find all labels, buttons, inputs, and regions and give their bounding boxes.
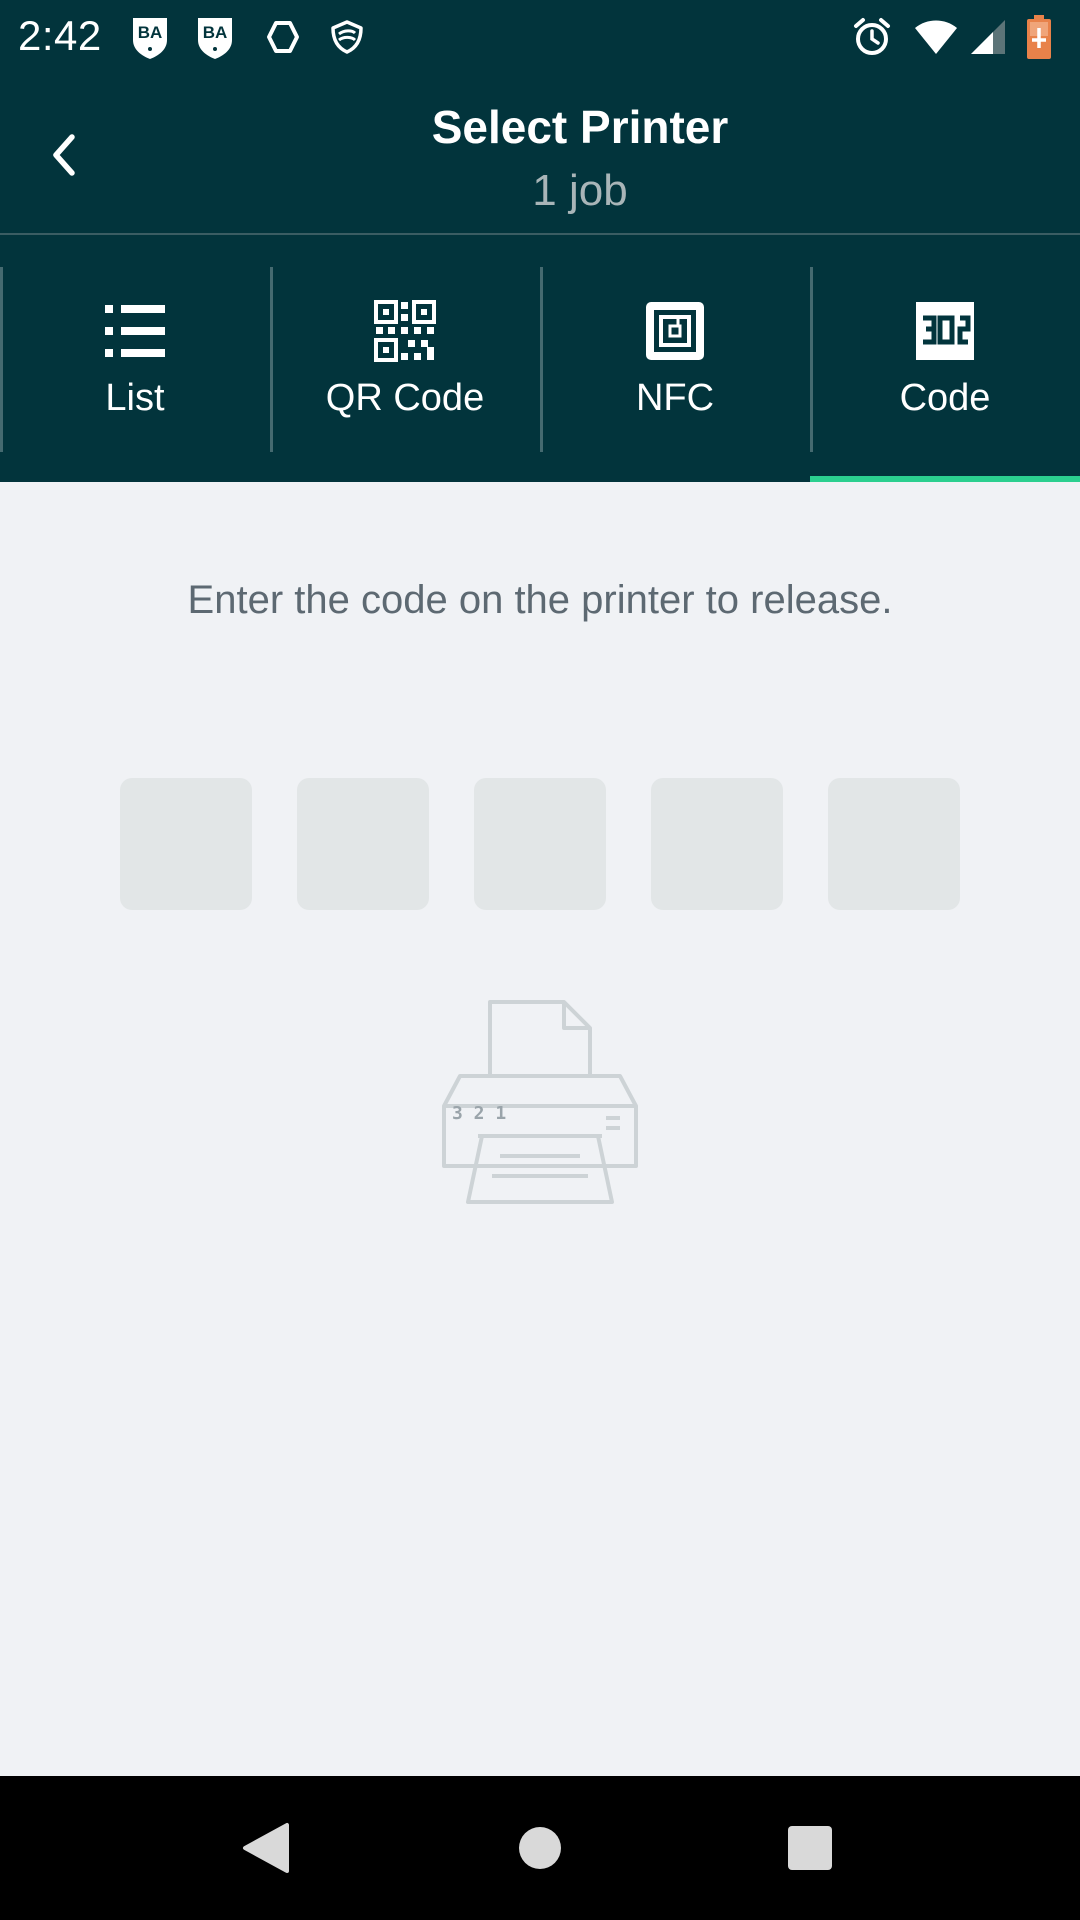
page-title: Select Printer bbox=[431, 101, 729, 153]
status-bar: 2:42 BA BA bbox=[0, 0, 1080, 76]
ba-badge-text: BA bbox=[203, 23, 228, 42]
ba-badge-icon: BA bbox=[128, 14, 172, 60]
tab-label: List bbox=[105, 377, 165, 419]
tab-list[interactable]: List bbox=[0, 235, 270, 482]
wifi-icon bbox=[912, 14, 960, 60]
app-header-region: 2:42 BA BA Select Printer 1 job List QR … bbox=[0, 0, 1080, 482]
tab-label: QR Code bbox=[325, 377, 485, 419]
shield-swirl-icon bbox=[325, 14, 369, 60]
title-bar: Select Printer 1 job bbox=[0, 76, 1080, 234]
printer-illustration: 3 2 1 bbox=[430, 996, 650, 1206]
ba-badge-icon: BA bbox=[193, 14, 237, 60]
code-input-group bbox=[120, 778, 960, 910]
tab-code[interactable]: Code bbox=[810, 235, 1080, 482]
battery-charging-icon bbox=[1016, 14, 1062, 60]
home-circle-icon bbox=[519, 1827, 561, 1869]
back-triangle-icon bbox=[243, 1823, 289, 1873]
status-time: 2:42 bbox=[18, 12, 102, 59]
code-digit-input[interactable] bbox=[828, 778, 960, 910]
recents-square-icon bbox=[788, 1826, 832, 1870]
nav-recents-button[interactable] bbox=[780, 1818, 840, 1878]
nav-home-button[interactable] bbox=[510, 1818, 570, 1878]
code-digit-input[interactable] bbox=[297, 778, 429, 910]
tab-nfc[interactable]: NFC bbox=[540, 235, 810, 482]
code-digit-input[interactable] bbox=[474, 778, 606, 910]
tab-qr-code[interactable]: QR Code bbox=[270, 235, 540, 482]
hexagon-icon bbox=[260, 14, 304, 60]
printer-icon: 3 2 1 bbox=[442, 1000, 638, 1204]
qr-code-icon bbox=[270, 299, 540, 363]
system-nav-bar bbox=[0, 1776, 1080, 1920]
nav-back-button[interactable] bbox=[236, 1818, 296, 1878]
job-count: 1 job bbox=[532, 166, 628, 215]
ba-badge-text: BA bbox=[138, 23, 163, 42]
tab-label: NFC bbox=[635, 377, 715, 419]
tab-label: Code bbox=[899, 377, 991, 419]
printer-code-text: 3 2 1 bbox=[452, 1103, 506, 1124]
alarm-icon bbox=[850, 14, 894, 60]
list-icon bbox=[0, 299, 270, 363]
tab-selected-indicator bbox=[810, 476, 1080, 482]
code-instruction: Enter the code on the printer to release… bbox=[187, 578, 893, 622]
code-digit-input[interactable] bbox=[120, 778, 252, 910]
nfc-icon bbox=[540, 299, 810, 363]
cell-signal-icon bbox=[966, 14, 1010, 60]
code-icon bbox=[810, 299, 1080, 363]
tab-bar: List QR Code NFC Code bbox=[0, 235, 1080, 482]
code-digit-input[interactable] bbox=[651, 778, 783, 910]
